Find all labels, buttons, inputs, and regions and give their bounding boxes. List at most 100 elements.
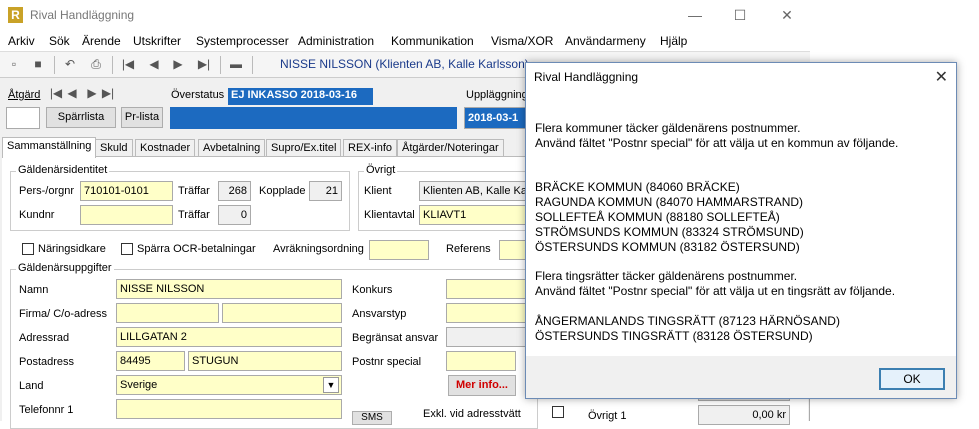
postadress-label: Postadress [19, 356, 75, 368]
dialog-line: Flera kommuner täcker gäldenärens postnu… [535, 121, 801, 135]
begransat-label: Begränsat ansvar [352, 332, 439, 344]
atgard-prev-icon[interactable]: ◀ [64, 85, 80, 101]
kundnr-field[interactable] [80, 205, 173, 225]
klient-field: Klienten AB, Kalle Karl [419, 181, 529, 201]
dialog-line: ÅNGERMANLANDS TINGSRÄTT (87123 HÄRNÖSAND… [535, 314, 840, 328]
tab-rex-info[interactable]: REX-info [343, 139, 398, 157]
exkl-checkbox[interactable] [552, 406, 564, 418]
upplaggning-value: 2018-03-1 [464, 107, 529, 129]
message-dialog: Rival Handläggning ✕ Flera kommuner täck… [525, 62, 957, 399]
co-adress-field[interactable] [222, 303, 342, 323]
tab-skuld[interactable]: Skuld [95, 139, 133, 157]
dialog-body: Flera kommuner täcker gäldenärens postnu… [526, 91, 956, 356]
maximize-icon[interactable]: ☐ [725, 4, 755, 26]
firma-field[interactable] [116, 303, 219, 323]
begransat-field [446, 327, 526, 347]
atgard-next-icon[interactable]: ▶ [84, 85, 100, 101]
dialog-title-bar: Rival Handläggning ✕ [526, 63, 956, 91]
tab-atgarder-noteringar[interactable]: Åtgärder/Noteringar [397, 139, 504, 157]
print-icon[interactable]: ⎙ [88, 56, 104, 72]
persorgnr-label: Pers-/orgnr [19, 185, 75, 197]
avrakningsordning-field[interactable] [369, 240, 429, 260]
menu-hjalp[interactable]: Hjälp [660, 34, 687, 48]
konkurs-field[interactable] [446, 279, 526, 299]
menu-sok[interactable]: Sök [49, 34, 70, 48]
status-bar [170, 107, 457, 129]
klientavtal-field[interactable]: KLIAVT1 [419, 205, 529, 225]
land-select[interactable]: Sverige [116, 375, 342, 395]
dialog-line: SOLLEFTEÅ KOMMUN (88180 SOLLEFTEÅ) [535, 210, 780, 224]
prev-record-icon[interactable]: ◀ [146, 56, 162, 72]
menu-anvandarmeny[interactable]: Användarmeny [565, 34, 646, 48]
sms-button[interactable]: SMS [352, 411, 392, 425]
ort-field[interactable]: STUGUN [188, 351, 342, 371]
atgard-first-icon[interactable]: |◀ [48, 85, 64, 101]
sparra-ocr-checkbox[interactable] [121, 243, 133, 255]
ok-button[interactable]: OK [879, 368, 945, 390]
dialog-line: BRÄCKE KOMMUN (84060 BRÄCKE) [535, 180, 740, 194]
klient-label: Klient [364, 185, 392, 197]
upplaggning-label: Uppläggning [466, 89, 528, 101]
close-icon[interactable]: ✕ [772, 4, 802, 26]
overstatus-value: EJ INKASSO 2018-03-16 [228, 88, 373, 105]
minimize-icon[interactable]: — [680, 4, 710, 26]
atgard-label: Åtgärd [8, 89, 41, 101]
ovrigt-group-title: Övrigt [364, 164, 398, 176]
adressrad-field[interactable]: LILLGATAN 2 [116, 327, 342, 347]
menu-administration[interactable]: Administration [298, 34, 374, 48]
dialog-line: ÖSTERSUNDS KOMMUN (83182 ÖSTERSUND) [535, 240, 800, 254]
title-bar: R Rival Handläggning — ☐ ✕ [0, 0, 810, 30]
prlista-button[interactable]: Pr-lista [121, 107, 163, 128]
klientavtal-label: Klientavtal [364, 209, 415, 221]
exkl-label: Exkl. vid adresstvätt [423, 408, 521, 420]
dialog-line: STRÖMSUNDS KOMMUN (83324 STRÖMSUND) [535, 225, 804, 239]
persorgnr-field[interactable]: 710101-0101 [80, 181, 173, 201]
menu-bar: Arkiv Sök Ärende Utskrifter Systemproces… [0, 30, 810, 52]
sparrlista-button[interactable]: Spärrlista [46, 107, 116, 128]
menu-arkiv[interactable]: Arkiv [8, 34, 35, 48]
next-record-icon[interactable]: ▶ [170, 56, 186, 72]
chevron-down-icon[interactable]: ▼ [323, 377, 339, 393]
menu-utskrifter[interactable]: Utskrifter [133, 34, 181, 48]
new-icon[interactable]: ▫ [6, 56, 22, 72]
folder-icon[interactable]: ▬ [228, 56, 244, 72]
undo-icon[interactable]: ↶ [62, 56, 78, 72]
ovrigt1-label: Övrigt 1 [588, 410, 627, 422]
avrakningsordning-label: Avräkningsordning [273, 243, 364, 255]
dialog-title: Rival Handläggning [534, 70, 639, 84]
menu-systemprocesser[interactable]: Systemprocesser [196, 34, 289, 48]
postnr-field[interactable]: 84495 [116, 351, 185, 371]
naringsidkare-checkbox[interactable] [22, 243, 34, 255]
atgard-last-icon[interactable]: ▶| [100, 85, 116, 101]
menu-arende[interactable]: Ärende [82, 34, 121, 48]
last-record-icon[interactable]: ▶| [196, 56, 212, 72]
telefon-field[interactable] [116, 399, 342, 419]
mer-info-button[interactable]: Mer info... [448, 375, 516, 396]
ansvarstyp-field[interactable] [446, 303, 526, 323]
namn-field[interactable]: NISSE NILSSON [116, 279, 342, 299]
postnr-special-field[interactable] [446, 351, 516, 371]
kopplade-label: Kopplade [259, 185, 306, 197]
dialog-line: Flera tingsrätter täcker gäldenärens pos… [535, 269, 798, 283]
menu-visma-xor[interactable]: Visma/XOR [491, 34, 553, 48]
identitet-group [10, 171, 350, 231]
tab-sammanstallning[interactable]: Sammanställning [2, 137, 97, 158]
dialog-line: Använd fältet "Postnr special" för att v… [535, 136, 899, 150]
postnr-special-label: Postnr special [352, 356, 422, 368]
atgard-input[interactable] [6, 107, 40, 129]
kopplade-value: 21 [309, 181, 342, 201]
sparra-ocr-label: Spärra OCR-betalningar [137, 243, 256, 255]
traffar-value: 268 [218, 181, 251, 201]
tab-supro-extitel[interactable]: Supro/Ex.titel [266, 139, 342, 157]
tab-kostnader[interactable]: Kostnader [135, 139, 196, 157]
traffar2-value: 0 [218, 205, 251, 225]
app-logo-icon: R [8, 7, 23, 23]
first-record-icon[interactable]: |◀ [120, 56, 136, 72]
telefon-label: Telefonnr 1 [19, 404, 74, 416]
dialog-close-icon[interactable]: ✕ [935, 67, 948, 87]
save-icon[interactable]: ■ [30, 56, 46, 72]
dialog-line: RAGUNDA KOMMUN (84070 HAMMARSTRAND) [535, 195, 804, 209]
tab-avbetalning[interactable]: Avbetalning [198, 139, 266, 157]
toolbar-client-label: NISSE NILSSON (Klienten AB, Kalle Karlss… [280, 57, 529, 71]
menu-kommunikation[interactable]: Kommunikation [391, 34, 474, 48]
